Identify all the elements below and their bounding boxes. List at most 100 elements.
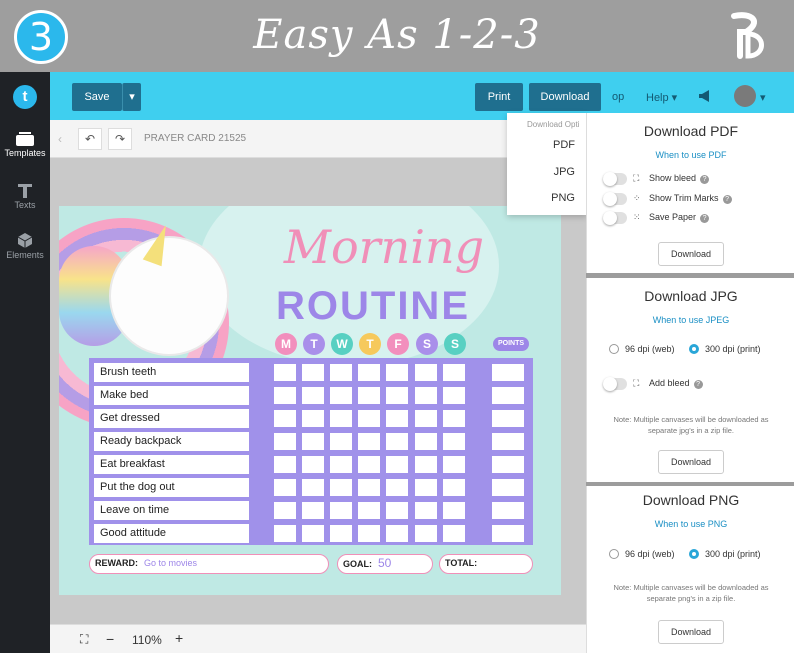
help-icon[interactable]: ? [700,214,710,223]
day-checkbox-cell[interactable] [274,364,296,381]
day-checkbox-cell[interactable] [443,502,465,519]
help-icon[interactable]: ? [693,380,703,389]
when-to-use-link[interactable]: When to use PNG [587,519,794,529]
download-button[interactable]: Download [529,83,601,111]
day-checkbox-cell[interactable] [302,364,324,381]
points-cell[interactable] [492,525,524,542]
day-checkbox-cell[interactable] [274,456,296,473]
day-checkbox-cell[interactable] [330,364,352,381]
day-checkbox-cell[interactable] [330,387,352,404]
day-checkbox-cell[interactable] [443,433,465,450]
day-checkbox-cell[interactable] [443,410,465,427]
sidebar-item-elements[interactable]: Elements [0,232,50,260]
day-checkbox-cell[interactable] [386,502,408,519]
points-cell[interactable] [492,502,524,519]
day-checkbox-cell[interactable] [443,525,465,542]
points-cell[interactable] [492,387,524,404]
day-checkbox-cell[interactable] [358,410,380,427]
fit-screen-icon[interactable]: ⛶ [80,632,88,647]
day-checkbox-cell[interactable] [302,433,324,450]
points-cell[interactable] [492,410,524,427]
day-checkbox-cell[interactable] [274,479,296,496]
points-cell[interactable] [492,456,524,473]
day-checkbox-cell[interactable] [274,387,296,404]
day-checkbox-cell[interactable] [386,410,408,427]
points-cell[interactable] [492,479,524,496]
sidebar-item-templates[interactable]: Templates [0,132,50,158]
download-pdf-button[interactable]: Download [658,242,724,266]
save-paper-toggle[interactable] [603,211,627,225]
day-checkbox-cell[interactable] [415,433,437,450]
day-checkbox-cell[interactable] [443,387,465,404]
radio-300-dpi[interactable] [689,344,699,354]
radio-96-dpi[interactable] [609,344,619,354]
day-checkbox-cell[interactable] [302,479,324,496]
day-checkbox-cell[interactable] [443,364,465,381]
day-checkbox-cell[interactable] [330,456,352,473]
chevron-left-icon[interactable]: ‹ [58,132,62,146]
day-checkbox-cell[interactable] [274,433,296,450]
day-checkbox-cell[interactable] [415,456,437,473]
day-checkbox-cell[interactable] [415,525,437,542]
when-to-use-link[interactable]: When to use JPEG [587,315,794,325]
help-icon[interactable]: ? [722,195,732,204]
account-chevron-down-icon[interactable]: ▾ [760,91,766,104]
help-icon[interactable]: ? [700,175,710,184]
add-bleed-toggle[interactable] [603,377,627,391]
zoom-in-icon[interactable]: + [175,630,183,646]
day-checkbox-cell[interactable] [415,410,437,427]
day-checkbox-cell[interactable] [302,387,324,404]
save-button[interactable]: Save [72,83,122,111]
help-menu[interactable]: Help ▾ [646,91,677,104]
day-checkbox-cell[interactable] [358,433,380,450]
when-to-use-link[interactable]: When to use PDF [587,150,794,160]
day-checkbox-cell[interactable] [386,387,408,404]
day-checkbox-cell[interactable] [330,433,352,450]
download-jpg-button[interactable]: Download [658,450,724,474]
day-checkbox-cell[interactable] [415,387,437,404]
radio-300-dpi[interactable] [689,549,699,559]
day-checkbox-cell[interactable] [358,502,380,519]
day-checkbox-cell[interactable] [386,479,408,496]
show-trim-marks-toggle[interactable] [603,192,627,206]
total-field[interactable]: TOTAL: [439,554,533,574]
toolbar-op-link[interactable]: op [612,91,624,103]
day-checkbox-cell[interactable] [415,364,437,381]
megaphone-icon[interactable] [697,88,713,104]
download-png-button[interactable]: Download [658,620,724,644]
zoom-out-icon[interactable]: − [106,631,114,647]
day-checkbox-cell[interactable] [386,525,408,542]
menu-item-pdf[interactable]: PDF [553,139,575,151]
day-checkbox-cell[interactable] [358,479,380,496]
redo-icon[interactable]: ↷ [108,128,132,150]
avatar[interactable] [734,85,756,107]
day-checkbox-cell[interactable] [443,479,465,496]
day-checkbox-cell[interactable] [386,456,408,473]
day-checkbox-cell[interactable] [330,502,352,519]
day-checkbox-cell[interactable] [302,456,324,473]
day-checkbox-cell[interactable] [302,525,324,542]
points-cell[interactable] [492,433,524,450]
menu-item-png[interactable]: PNG [551,192,575,204]
radio-96-dpi[interactable] [609,549,619,559]
day-checkbox-cell[interactable] [330,525,352,542]
sidebar-item-texts[interactable]: Texts [0,182,50,210]
points-cell[interactable] [492,364,524,381]
reward-field[interactable]: REWARD: Go to movies [89,554,329,574]
save-options-chevron-down-icon[interactable]: ▾ [122,83,141,111]
day-checkbox-cell[interactable] [330,410,352,427]
document-name[interactable]: PRAYER CARD 21525 [144,133,246,144]
day-checkbox-cell[interactable] [386,364,408,381]
day-checkbox-cell[interactable] [358,364,380,381]
app-logo-icon[interactable]: t [13,85,37,109]
day-checkbox-cell[interactable] [274,502,296,519]
show-bleed-toggle[interactable] [603,172,627,186]
menu-item-jpg[interactable]: JPG [554,166,575,178]
day-checkbox-cell[interactable] [415,502,437,519]
day-checkbox-cell[interactable] [415,479,437,496]
goal-field[interactable]: GOAL: 50 [337,554,433,574]
day-checkbox-cell[interactable] [274,525,296,542]
day-checkbox-cell[interactable] [386,433,408,450]
day-checkbox-cell[interactable] [443,456,465,473]
day-checkbox-cell[interactable] [274,410,296,427]
